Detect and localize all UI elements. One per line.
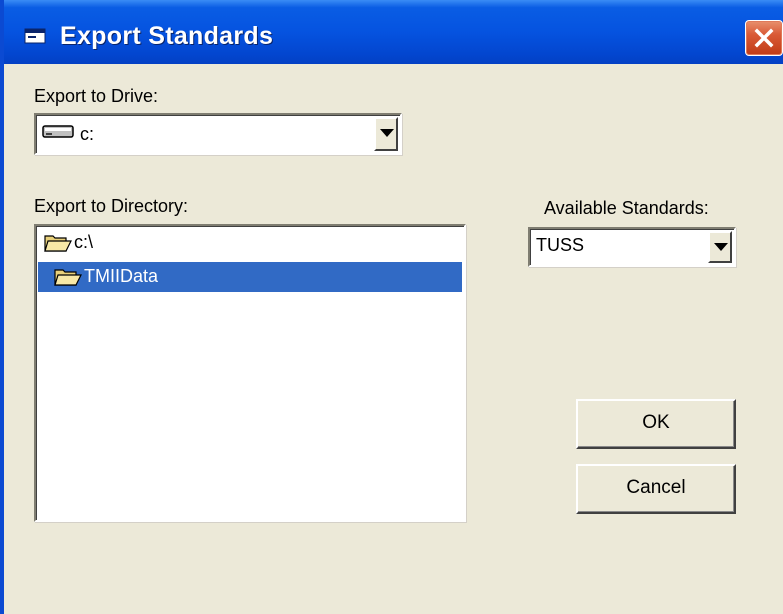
drive-dropdown-button[interactable]: [374, 117, 398, 151]
directory-item-root[interactable]: c:\: [38, 228, 460, 258]
cancel-button[interactable]: Cancel: [576, 464, 736, 514]
ok-button[interactable]: OK: [576, 399, 736, 449]
window-title: Export Standards: [60, 22, 274, 50]
export-standards-window: Export Standards Export to Drive: c: Exp…: [0, 0, 783, 614]
directory-listbox[interactable]: c:\ TMIIData: [34, 224, 466, 522]
drive-label: Export to Drive:: [34, 86, 159, 106]
directory-item-tmiidata[interactable]: TMIIData: [38, 262, 462, 292]
standards-combobox[interactable]: TUSS: [528, 227, 736, 267]
open-folder-icon: [44, 233, 72, 253]
drive-value: c:: [80, 124, 95, 144]
open-folder-icon: [54, 267, 82, 287]
standards-value: TUSS: [536, 235, 585, 255]
drive-combobox[interactable]: c:: [34, 113, 402, 155]
app-window-icon: [24, 28, 46, 44]
standards-label: Available Standards:: [544, 198, 709, 218]
directory-label: Export to Directory:: [34, 196, 189, 216]
title-bar[interactable]: Export Standards: [4, 0, 783, 64]
close-button[interactable]: [745, 20, 783, 56]
standards-dropdown-button[interactable]: [708, 231, 732, 263]
directory-item-label: c:\: [74, 232, 94, 252]
drive-icon: [42, 123, 76, 146]
directory-item-label: TMIIData: [84, 266, 159, 286]
